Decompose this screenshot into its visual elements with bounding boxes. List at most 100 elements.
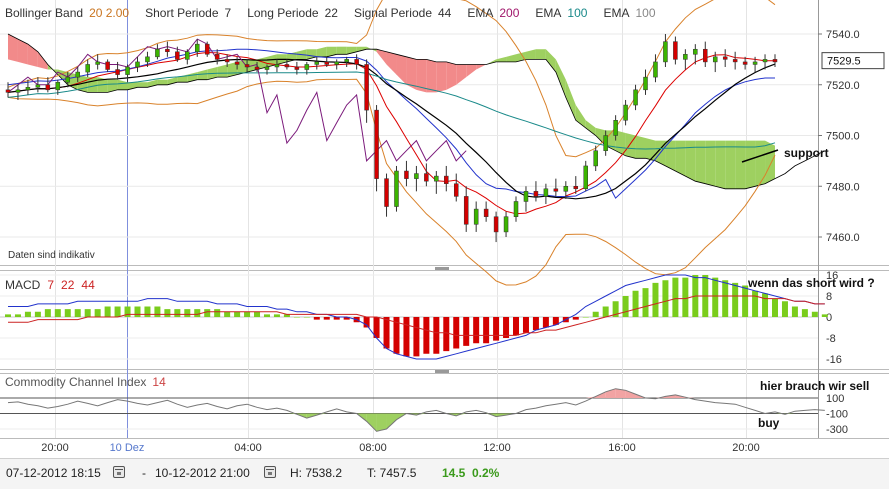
macd-param: 44 <box>81 278 95 292</box>
candle <box>683 54 688 60</box>
macd-histogram-bar <box>762 293 769 317</box>
macd-histogram-bar <box>582 317 589 318</box>
date-from[interactable]: 07-12-2012 18:15 <box>6 466 101 480</box>
macd-histogram-bar <box>263 314 270 317</box>
y-axis-label: 7500.0 <box>826 131 860 143</box>
legend-params: 7 <box>225 6 232 20</box>
candle <box>703 48 708 63</box>
ichimoku-cloud-segment <box>755 140 766 187</box>
candle <box>493 216 499 233</box>
candle <box>175 51 180 60</box>
macd-histogram-bar <box>5 314 11 317</box>
candle <box>394 170 399 207</box>
candle <box>5 89 11 93</box>
macd-histogram-bar <box>403 317 410 357</box>
candle <box>75 71 80 78</box>
macd-histogram-bar <box>144 306 151 317</box>
annotation-sell: hier brauch wir sell <box>760 379 869 393</box>
macd-histogram-bar <box>14 314 21 317</box>
macd-histogram-bar <box>134 306 141 317</box>
macd-histogram-bar <box>463 317 470 346</box>
candle <box>374 109 379 179</box>
calendar-icon-to[interactable] <box>264 466 276 478</box>
ichimoku-cloud-segment <box>436 61 447 93</box>
candle <box>593 150 598 167</box>
macd-histogram-bar <box>781 301 788 317</box>
candle <box>204 43 210 55</box>
candle <box>503 216 509 233</box>
candle <box>643 76 648 91</box>
macd-histogram-bar <box>672 277 679 317</box>
macd-histogram-bar <box>74 309 81 317</box>
ichimoku-cloud-segment <box>426 59 437 93</box>
ichimoku-cloud-segment <box>535 49 546 60</box>
ichimoku-cloud-segment <box>725 140 736 189</box>
candle <box>444 175 449 184</box>
macd-histogram-bar <box>254 311 261 317</box>
candle <box>463 196 469 225</box>
macd-histogram-bar <box>722 280 729 317</box>
legend-params: 44 <box>438 6 452 20</box>
calendar-icon-from[interactable] <box>113 466 125 478</box>
macd-histogram-bar <box>313 317 320 320</box>
candle <box>264 66 270 70</box>
macd-histogram-bar <box>642 288 649 317</box>
panel-resize-handle <box>435 267 449 270</box>
macd-histogram-bar <box>622 296 629 317</box>
macd-histogram-bar <box>503 317 510 338</box>
date-to[interactable]: 10-12-2012 21:00 <box>155 466 250 480</box>
macd-y-label: 8 <box>826 291 832 303</box>
candle <box>45 84 51 91</box>
candle <box>603 135 608 151</box>
macd-y-label: -8 <box>826 333 836 345</box>
candle <box>673 41 678 60</box>
indicative-note: Daten sind indikativ <box>8 250 95 261</box>
macd-histogram-bar <box>453 317 460 349</box>
candle <box>314 61 320 65</box>
cci-oversold-area <box>376 413 387 432</box>
candle <box>364 64 369 111</box>
macd-histogram-bar <box>632 290 639 317</box>
macd-histogram-bar <box>303 317 310 318</box>
macd-histogram-bar <box>224 311 231 317</box>
macd-histogram-bar <box>732 282 739 317</box>
legend-params: 22 <box>325 6 339 20</box>
ichimoku-cloud-segment <box>157 79 168 85</box>
y-axis-label: 7460.0 <box>826 232 860 244</box>
candle <box>125 66 130 75</box>
candle <box>304 64 310 70</box>
candle <box>334 61 339 65</box>
candle <box>483 208 489 217</box>
macd-histogram-bar <box>433 317 440 354</box>
macd-histogram-bar <box>64 309 71 317</box>
macd-y-label: -16 <box>826 354 842 366</box>
macd-histogram-bar <box>752 290 759 317</box>
macd-histogram-bar <box>194 309 201 317</box>
chart-stage: 20:00 10 Dez 04:00 08:00 12:00 16:00 20:00 7540… <box>0 0 889 488</box>
candle <box>693 48 698 55</box>
x-axis-label: 08:00 <box>359 442 387 454</box>
macd-histogram-bar <box>244 311 251 317</box>
macd-histogram-bar <box>682 277 689 317</box>
candle <box>254 66 260 70</box>
macd-histogram-bar <box>214 309 221 317</box>
legend-name: EMA <box>535 6 561 20</box>
candle <box>354 59 359 65</box>
macd-histogram-bar <box>184 309 191 317</box>
legend-name: Signal Periode <box>354 6 432 20</box>
candle <box>224 59 230 63</box>
candle <box>404 170 409 179</box>
legend-name: Bollinger Band <box>5 6 83 20</box>
macd-histogram-bar <box>602 306 609 317</box>
date-range-bar: 07-12-2012 18:15 - 10-12-2012 21:00 H: 7… <box>0 458 889 489</box>
legend-name: Long Periode <box>247 6 319 20</box>
ichimoku-cloud-segment <box>715 140 726 189</box>
candle <box>573 186 579 190</box>
candle <box>613 120 618 136</box>
macd-param: 7 <box>47 278 54 292</box>
macd-histogram-bar <box>273 314 280 317</box>
macd-histogram-bar <box>473 317 480 344</box>
macd-histogram-bar <box>104 306 111 317</box>
candle <box>742 61 748 65</box>
candle <box>762 59 768 63</box>
